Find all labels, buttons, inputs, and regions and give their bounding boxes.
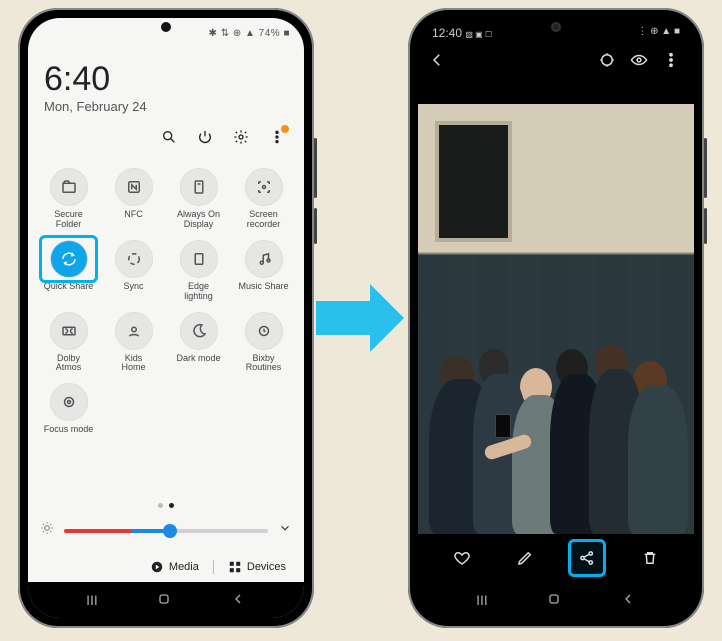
music-share-icon[interactable] (245, 240, 283, 278)
left-phone: ✱ ⇅ ⊕ ▲ 74% ■ 6:40 Mon, February 24 Secu… (18, 8, 314, 628)
status-icons: ⋮ ⊕ ▲ ■ (637, 26, 680, 37)
tile-label: Kids Home (121, 354, 145, 374)
brightness-track[interactable] (64, 529, 268, 533)
quick-settings-grid: Secure Folder NFC Always On Display Screen … (36, 168, 296, 435)
brightness-slider[interactable] (40, 521, 292, 540)
devices-label: Devices (247, 561, 286, 573)
brightness-thumb[interactable] (163, 524, 177, 538)
recents-button[interactable]: III (476, 592, 488, 608)
secure-folder-icon[interactable] (50, 168, 88, 206)
status-time: 12:40 ▧ ▣ ☐ (432, 26, 492, 40)
devices-button[interactable]: Devices (228, 560, 286, 574)
dolby-icon[interactable] (50, 312, 88, 350)
tile-secure-folder[interactable]: Secure Folder (36, 168, 101, 230)
more-icon[interactable] (268, 128, 286, 146)
nav-bar: III (418, 582, 694, 618)
search-icon[interactable] (160, 128, 178, 146)
tile-always-on[interactable]: Always On Display (166, 168, 231, 230)
tile-edge-light[interactable]: Edge lighting (166, 240, 231, 302)
tile-dolby[interactable]: Dolby Atmos (36, 312, 101, 374)
tile-label: Edge lighting (184, 282, 213, 302)
quick-share-icon[interactable] (50, 240, 88, 278)
favorite-icon[interactable] (443, 539, 481, 577)
screen-rec-icon[interactable] (245, 168, 283, 206)
right-phone: 12:40 ▧ ▣ ☐ ⋮ ⊕ ▲ ■ (408, 8, 704, 628)
viewer-toolbar (418, 534, 694, 582)
media-label: Media (169, 561, 199, 573)
share-icon[interactable] (568, 539, 606, 577)
edge-light-icon[interactable] (180, 240, 218, 278)
tile-label: Sync (123, 282, 143, 292)
gear-icon[interactable] (232, 128, 250, 146)
clock-time: 6:40 (44, 60, 147, 99)
auto-enhance-icon[interactable] (598, 51, 616, 74)
page-indicator (158, 503, 174, 508)
camera-hole (551, 22, 561, 32)
camera-hole (161, 22, 171, 32)
notification-dot (281, 125, 289, 133)
tile-label: Always On Display (177, 210, 220, 230)
more-icon[interactable] (662, 51, 680, 74)
kids-home-icon[interactable] (115, 312, 153, 350)
status-bar: ✱ ⇅ ⊕ ▲ 74% ■ (209, 28, 290, 39)
tile-kids-home[interactable]: Kids Home (101, 312, 166, 374)
selfie-phone (495, 414, 511, 438)
clock-date: Mon, February 24 (44, 99, 147, 114)
home-button[interactable] (546, 591, 562, 610)
tile-label: Focus mode (44, 425, 94, 435)
nav-bar: III (28, 582, 304, 618)
tile-label: NFC (124, 210, 143, 220)
tile-focus[interactable]: Focus mode (36, 383, 101, 435)
trash-icon[interactable] (631, 539, 669, 577)
recents-button[interactable]: III (86, 592, 98, 608)
tile-dark-mode[interactable]: Dark mode (166, 312, 231, 374)
tile-label: Quick Share (44, 282, 94, 292)
clock-block: 6:40 Mon, February 24 (44, 60, 147, 114)
bixby-icon[interactable] (245, 312, 283, 350)
tile-quick-share[interactable]: Quick Share (36, 240, 101, 302)
power-icon[interactable] (196, 128, 214, 146)
home-button[interactable] (156, 591, 172, 610)
focus-icon[interactable] (50, 383, 88, 421)
tile-sync[interactable]: Sync (101, 240, 166, 302)
eye-icon[interactable] (630, 51, 648, 74)
tile-bixby[interactable]: Bixby Routines (231, 312, 296, 374)
tile-label: Screen recorder (247, 210, 281, 230)
edit-icon[interactable] (506, 539, 544, 577)
sync-icon[interactable] (115, 240, 153, 278)
nfc-icon[interactable] (115, 168, 153, 206)
back-button[interactable] (230, 591, 246, 610)
chevron-down-icon[interactable] (278, 521, 292, 540)
tile-screen-rec[interactable]: Screen recorder (231, 168, 296, 230)
dark-mode-icon[interactable] (180, 312, 218, 350)
back-button[interactable] (620, 591, 636, 610)
tile-label: Bixby Routines (246, 354, 282, 374)
back-icon[interactable] (428, 51, 446, 74)
transition-arrow (316, 274, 404, 362)
tile-label: Dolby Atmos (56, 354, 82, 374)
tile-nfc[interactable]: NFC (101, 168, 166, 230)
brightness-icon (40, 521, 54, 540)
tile-music-share[interactable]: Music Share (231, 240, 296, 302)
tile-label: Dark mode (176, 354, 220, 364)
tile-label: Secure Folder (54, 210, 83, 230)
tile-label: Music Share (238, 282, 288, 292)
viewer-topbar (418, 46, 694, 78)
media-button[interactable]: Media (150, 560, 199, 574)
photo-viewer[interactable] (418, 104, 694, 534)
always-on-icon[interactable] (180, 168, 218, 206)
